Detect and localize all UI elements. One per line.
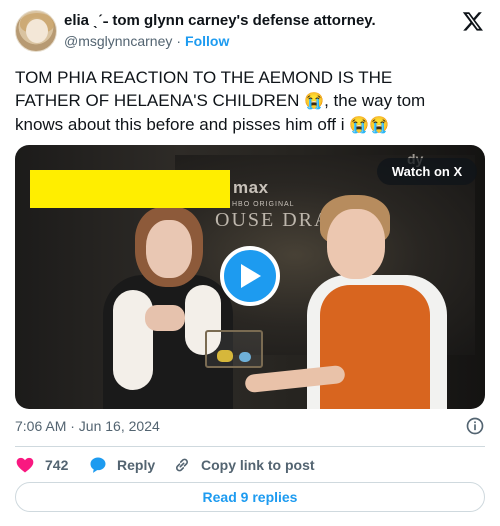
- reply-bubble-icon: [90, 457, 106, 473]
- glass-box-prop: [205, 330, 263, 368]
- person-man-vest: [320, 285, 430, 409]
- brand-hbo-original: HBO ORIGINAL: [232, 201, 295, 208]
- avatar-face: [26, 19, 48, 43]
- person-woman-hands: [145, 305, 185, 331]
- x-logo-icon[interactable]: [462, 10, 484, 32]
- play-button[interactable]: [220, 246, 280, 306]
- play-icon: [241, 264, 261, 288]
- tweet-text: TOM PHIA REACTION TO THE AEMOND IS THE F…: [15, 66, 485, 137]
- avatar[interactable]: [15, 10, 57, 52]
- author-display-name[interactable]: elia ˎˊ˗ tom glynn carney's defense atto…: [64, 12, 376, 29]
- crying-emoji-icon: 😭: [369, 117, 390, 134]
- heart-icon: [16, 457, 34, 473]
- tweet-card: elia ˎˊ˗ tom glynn carney's defense atto…: [0, 0, 500, 526]
- follow-link[interactable]: Follow: [185, 33, 229, 49]
- watch-on-x-button[interactable]: Watch on X: [377, 158, 477, 185]
- read-replies-button[interactable]: Read 9 replies: [15, 482, 485, 512]
- author-handle-row: @msglynncarney · Follow: [64, 33, 229, 49]
- tweet-text-segment: FATHER OF HELAENA'S CHILDREN: [15, 91, 300, 110]
- person-woman-face: [146, 220, 192, 278]
- reply-label: Reply: [117, 457, 156, 473]
- tweet-text-line: FATHER OF HELAENA'S CHILDREN 😭, the way …: [15, 89, 485, 113]
- like-count: 742: [45, 457, 69, 473]
- tweet-text-line: knows about this before and pisses him o…: [15, 113, 485, 137]
- info-icon[interactable]: [465, 416, 485, 436]
- crying-emoji-icon: 😭: [304, 93, 325, 110]
- copy-link-button[interactable]: Copy link to post: [172, 454, 315, 476]
- reply-button[interactable]: Reply: [88, 454, 155, 476]
- toy-figure: [239, 352, 251, 362]
- crying-emoji-icon: 😭: [349, 117, 370, 134]
- video-player[interactable]: dy max HBO ORIGINAL OUSE DRAG Watch on X: [15, 145, 485, 409]
- divider: [15, 446, 485, 447]
- tweet-timestamp[interactable]: 7:06 AM · Jun 16, 2024: [15, 418, 160, 434]
- tweet-text-segment: knows about this before and pisses him o…: [15, 115, 345, 134]
- tweet-text-line: TOM PHIA REACTION TO THE AEMOND IS THE: [15, 68, 393, 87]
- person-man-face: [327, 209, 385, 279]
- separator-dot: ·: [176, 33, 182, 49]
- author-handle[interactable]: @msglynncarney: [64, 33, 172, 49]
- toy-figure: [217, 350, 233, 362]
- link-icon: [176, 458, 188, 472]
- brand-max-logo: max: [233, 178, 269, 197]
- person-woman-sleeve: [113, 290, 153, 390]
- redaction-box: [30, 170, 230, 208]
- like-button[interactable]: 742: [15, 454, 68, 476]
- copy-link-label: Copy link to post: [201, 457, 315, 473]
- tweet-text-segment: , the way tom: [324, 91, 426, 110]
